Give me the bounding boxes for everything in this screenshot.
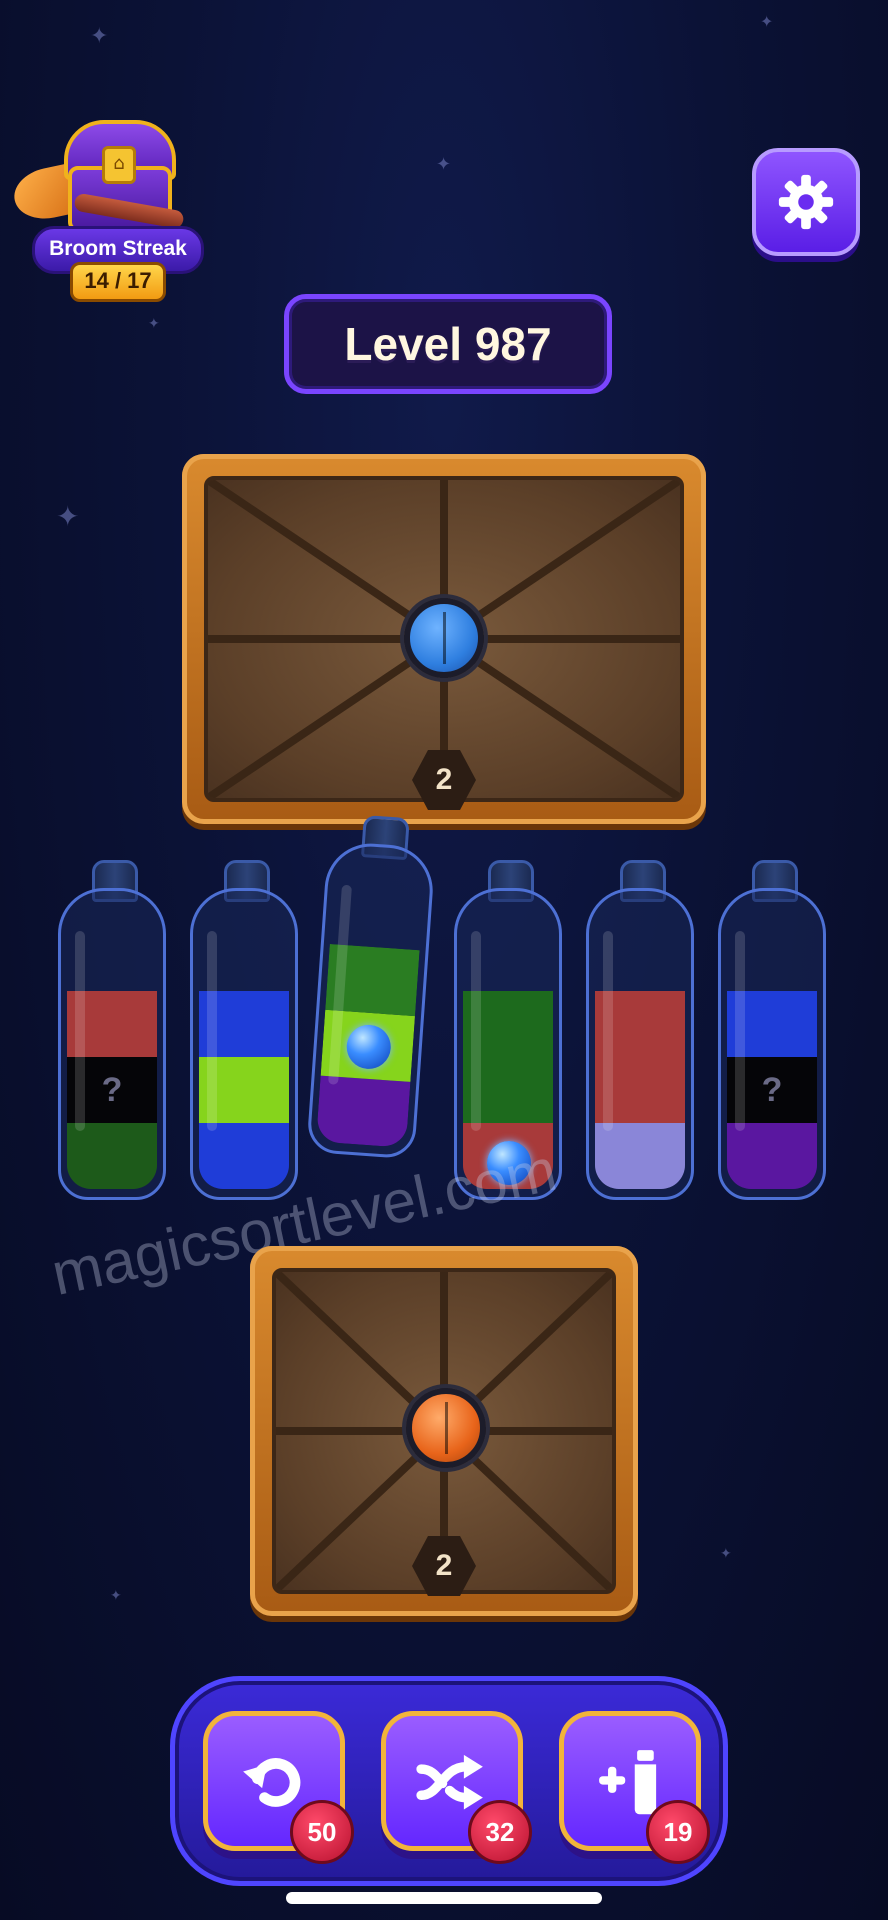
glass-shine [603,931,613,1131]
add-bottle-count: 19 [646,1800,710,1864]
chest-lock-icon: ⌂ [102,146,136,184]
blue-lock-icon [404,598,484,678]
bottle-5[interactable] [586,860,694,1200]
settings-button[interactable] [752,148,860,256]
add-bottle-button[interactable]: 19 [559,1711,710,1864]
liquid-layer [67,1123,157,1189]
hidden-layer-mark: ? [761,1070,783,1109]
bottle-glass [306,840,436,1160]
hidden-layer-mark: ? [101,1070,123,1109]
crate-count: 2 [435,1549,453,1582]
orange-lock-icon [406,1388,486,1468]
glass-shine [735,931,745,1131]
bottle-6[interactable]: ? [718,860,826,1200]
home-indicator[interactable] [286,1892,602,1904]
shuffle-button[interactable]: 32 [381,1711,532,1864]
level-title: Level 987 [344,318,552,370]
broom-streak-badge[interactable]: ⌂ Broom Streak 14 / 17 [9,116,204,306]
streak-count: 14 / 17 [70,262,166,302]
glass-shine [75,931,85,1131]
liquid-layer [199,1123,289,1189]
top-crate[interactable]: 2 [182,454,706,824]
crate-count: 2 [435,763,453,796]
bottle-glass: ? [718,888,826,1200]
boosters-toolbar: 50 32 19 [170,1676,728,1886]
bottle-1[interactable]: ? [58,860,166,1200]
liquid-layer [316,1075,411,1148]
gear-icon [778,174,834,230]
glass-shine [471,931,481,1131]
bottle-glass [190,888,298,1200]
level-indicator: Level 987 [284,294,612,394]
liquid-layer [727,1123,817,1189]
bottle-glass [586,888,694,1200]
bottom-crate[interactable]: 2 [250,1246,638,1616]
bottle-glass: ? [58,888,166,1200]
undo-count: 50 [290,1800,354,1864]
undo-button[interactable]: 50 [203,1711,354,1864]
liquid-layer [595,1123,685,1189]
bottle-3[interactable] [306,813,437,1160]
glass-shine [207,931,217,1131]
shuffle-count: 32 [468,1800,532,1864]
bottle-2[interactable] [190,860,298,1200]
